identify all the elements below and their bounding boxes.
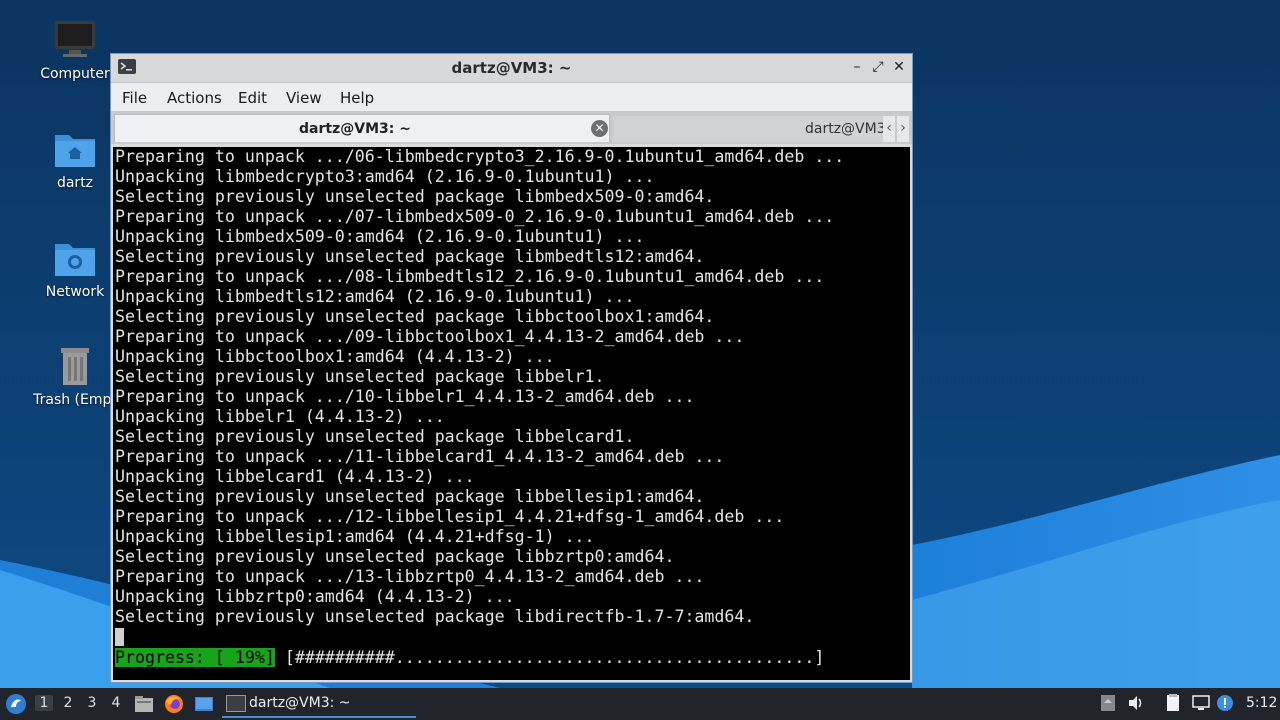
desktop-icon-trash[interactable]: Trash (Empt (27, 344, 123, 408)
terminal-line: Unpacking libbzrtp0:amd64 (4.4.13-2) ... (115, 587, 515, 606)
start-menu-icon[interactable] (5, 693, 27, 715)
maximize-button[interactable]: ⤢ (869, 58, 887, 76)
terminal-output[interactable]: Preparing to unpack .../06-libmbedcrypto… (113, 147, 910, 680)
menu-actions[interactable]: Actions (167, 89, 222, 107)
terminal-line: Preparing to unpack .../12-libbellesip1_… (115, 507, 785, 526)
terminal-line: Preparing to unpack .../09-libbctoolbox1… (115, 327, 745, 346)
window-title: dartz@VM3: ~ (451, 59, 572, 77)
text-cursor (115, 628, 124, 646)
terminal-line: Preparing to unpack .../13-libbzrtp0_4.4… (115, 567, 705, 586)
terminal-line: Unpacking libbelr1 (4.4.13-2) ... (115, 407, 445, 426)
trash-icon (61, 348, 89, 385)
terminal-lines: Preparing to unpack .../06-libmbedcrypto… (115, 147, 844, 627)
desktop-icon-home[interactable]: dartz (27, 127, 123, 191)
menu-view[interactable]: View (286, 89, 322, 107)
terminal-line: Unpacking libbelcard1 (4.4.13-2) ... (115, 467, 475, 486)
terminal-window: dartz@VM3: ~ – ⤢ ✕ File Actions Edit Vie… (110, 53, 913, 683)
workspace-2[interactable]: 2 (59, 695, 77, 711)
file-manager-icon[interactable] (133, 693, 155, 715)
taskbar: 1 2 3 4 dartz@VM3: ~ 5:12 (0, 688, 1280, 720)
progress-bar: [##########.............................… (274, 648, 825, 667)
tab-inactive[interactable]: dartz@VM3: ~ (613, 116, 883, 142)
volume-icon[interactable] (1126, 693, 1146, 713)
notes-icon[interactable] (1098, 693, 1118, 713)
menu-help[interactable]: Help (340, 89, 374, 107)
terminal-line: Unpacking libbellesip1:amd64 (4.4.21+dfs… (115, 527, 595, 546)
tab-active[interactable]: dartz@VM3: ~ ✕ (114, 114, 610, 142)
network-tray-icon[interactable] (1191, 693, 1211, 713)
close-button[interactable]: ✕ (890, 58, 908, 76)
terminal-line: Selecting previously unselected package … (115, 487, 705, 506)
terminal-line: Preparing to unpack .../07-libmbedx509-0… (115, 207, 835, 226)
workspace-3[interactable]: 3 (83, 695, 101, 711)
workspace-4[interactable]: 4 (107, 695, 125, 711)
desktop-icon-network[interactable]: Network (27, 236, 123, 300)
terminal-line: Selecting previously unselected package … (115, 367, 605, 386)
terminal-line: Unpacking libbctoolbox1:amd64 (4.4.13-2)… (115, 347, 555, 366)
progress-label: Progress: [ 19%] (115, 648, 275, 667)
tab-title: dartz@VM3: ~ (299, 121, 411, 137)
tab-title: dartz@VM3: ~ (805, 121, 883, 137)
tab-bar: dartz@VM3: ~ ✕ dartz@VM3: ~ ‹ › (111, 112, 912, 144)
desktop-icon-label: Trash (Empt (33, 392, 117, 408)
terminal-line: Unpacking libmbedx509-0:amd64 (2.16.9-0.… (115, 227, 645, 246)
computer-icon (55, 21, 95, 57)
clock[interactable]: 5:12 (1246, 695, 1277, 711)
terminal-line: Preparing to unpack .../11-libbelcard1_4… (115, 447, 725, 466)
menu-edit[interactable]: Edit (238, 89, 267, 107)
terminal-line: Preparing to unpack .../08-libmbedtls12_… (115, 267, 825, 286)
window-titlebar[interactable]: dartz@VM3: ~ – ⤢ ✕ (111, 54, 912, 83)
desktop-icon-label: Network (45, 284, 105, 300)
terminal-line: Preparing to unpack .../10-libbelr1_4.4.… (115, 387, 695, 406)
tab-scroll-left-icon[interactable]: ‹ (883, 116, 895, 142)
terminal-line: Preparing to unpack .../06-libmbedcrypto… (115, 147, 845, 166)
clipboard-icon[interactable] (1163, 693, 1183, 713)
progress-row: Progress: [ 19%] [##########............… (115, 648, 824, 668)
desktop-icon-computer[interactable]: Computer (27, 18, 123, 82)
desktop-icon-label: Computer (40, 66, 110, 82)
terminal-line: Selecting previously unselected package … (115, 427, 635, 446)
terminal-line: Selecting previously unselected package … (115, 547, 675, 566)
firefox-icon[interactable] (163, 693, 185, 715)
workspace-1[interactable]: 1 (35, 695, 53, 711)
network-folder-icon (55, 244, 95, 276)
home-folder-icon (55, 135, 95, 167)
update-notifier-icon[interactable] (1215, 693, 1235, 713)
tab-scroll-right-icon[interactable]: › (897, 116, 909, 142)
terminal-app-icon (226, 695, 246, 712)
terminal-line: Unpacking libmbedtls12:amd64 (2.16.9-0.1… (115, 287, 635, 306)
task-label: dartz@VM3: ~ (249, 695, 351, 711)
terminal-line: Selecting previously unselected package … (115, 187, 715, 206)
terminal-line: Selecting previously unselected package … (115, 607, 755, 626)
taskbar-task-terminal[interactable]: dartz@VM3: ~ (222, 690, 416, 718)
minimize-button[interactable]: – (848, 58, 866, 76)
menu-file[interactable]: File (122, 89, 147, 107)
terminal-line: Selecting previously unselected package … (115, 307, 715, 326)
menu-bar: File Actions Edit View Help (111, 83, 912, 112)
show-desktop-icon[interactable] (193, 693, 215, 715)
terminal-line: Unpacking libmbedcrypto3:amd64 (2.16.9-0… (115, 167, 655, 186)
desktop-icon-label: dartz (56, 175, 94, 191)
tab-close-icon[interactable]: ✕ (591, 120, 608, 137)
terminal-line: Selecting previously unselected package … (115, 247, 705, 266)
